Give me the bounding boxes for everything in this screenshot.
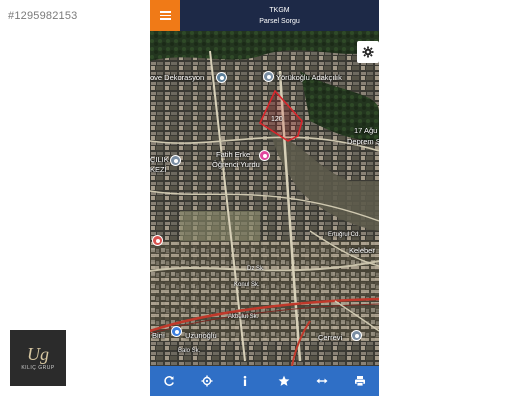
locate-button[interactable] bbox=[197, 371, 217, 391]
bottom-toolbar bbox=[150, 366, 379, 396]
measure-button[interactable] bbox=[312, 371, 332, 391]
poi-label: Uzunoğlu bbox=[185, 331, 217, 340]
poi-pin[interactable] bbox=[259, 150, 270, 161]
star-icon bbox=[278, 375, 289, 386]
app-title: TKGM bbox=[269, 7, 290, 14]
poi-pin[interactable] bbox=[216, 72, 227, 83]
poi-label: ove Dekorasyon bbox=[150, 73, 205, 82]
hamburger-icon bbox=[159, 11, 171, 20]
info-icon bbox=[244, 375, 247, 386]
menu-button[interactable] bbox=[150, 0, 180, 31]
settings-button[interactable] bbox=[357, 41, 379, 63]
poi-label: Deprem Şe bbox=[347, 137, 379, 146]
print-button[interactable] bbox=[350, 371, 370, 391]
arrows-horizontal-icon bbox=[316, 378, 328, 384]
poi-label: 17 Ağu bbox=[354, 126, 378, 135]
street-label: Konul Sk. bbox=[234, 282, 260, 288]
refresh-icon bbox=[164, 376, 174, 386]
company-logo-watermark: Ug KILIÇ GRUP bbox=[10, 330, 66, 386]
poi-pin[interactable] bbox=[152, 235, 163, 246]
refresh-button[interactable] bbox=[159, 371, 179, 391]
print-icon bbox=[354, 376, 365, 387]
poi-label: Öğrenci Yurdu bbox=[212, 160, 260, 169]
app-header: TKGM Parsel Sorgu bbox=[150, 0, 379, 31]
street-label: Akbulut Sk. bbox=[228, 314, 259, 320]
logo-text: KILIÇ GRUP bbox=[21, 365, 55, 371]
poi-label: Yörükoğlu Adakçılık bbox=[276, 73, 342, 82]
listing-id: #1295982153 bbox=[8, 10, 78, 22]
street-label: Ertuğrul Cd. bbox=[328, 232, 361, 238]
poi-label: Binı bbox=[152, 331, 165, 340]
street-label: Dz Sk. bbox=[247, 266, 265, 272]
logo-mark: Ug bbox=[27, 344, 49, 364]
app-screen: TKGM Parsel Sorgu ove Dekorasyon Yörükoğ… bbox=[150, 0, 379, 396]
parcel-number: 120 bbox=[271, 116, 283, 123]
favorite-button[interactable] bbox=[274, 371, 294, 391]
poi-pin[interactable] bbox=[263, 71, 274, 82]
poi-pin[interactable] bbox=[351, 330, 362, 341]
poi-pin[interactable] bbox=[170, 155, 181, 166]
gear-icon bbox=[362, 46, 374, 58]
poi-label: ÇILIK bbox=[150, 155, 169, 164]
poi-label: Keleber bbox=[349, 246, 375, 255]
street-label: Balo Sk. bbox=[178, 348, 201, 354]
poi-label: Çerrevi bbox=[318, 333, 343, 342]
poi-pin[interactable] bbox=[171, 326, 182, 337]
poi-label: Fatih Erke bbox=[216, 150, 251, 159]
info-button[interactable] bbox=[235, 371, 255, 391]
poi-label: KEZİ bbox=[150, 165, 167, 174]
app-subtitle: Parsel Sorgu bbox=[259, 18, 300, 25]
crosshair-icon bbox=[201, 375, 213, 387]
